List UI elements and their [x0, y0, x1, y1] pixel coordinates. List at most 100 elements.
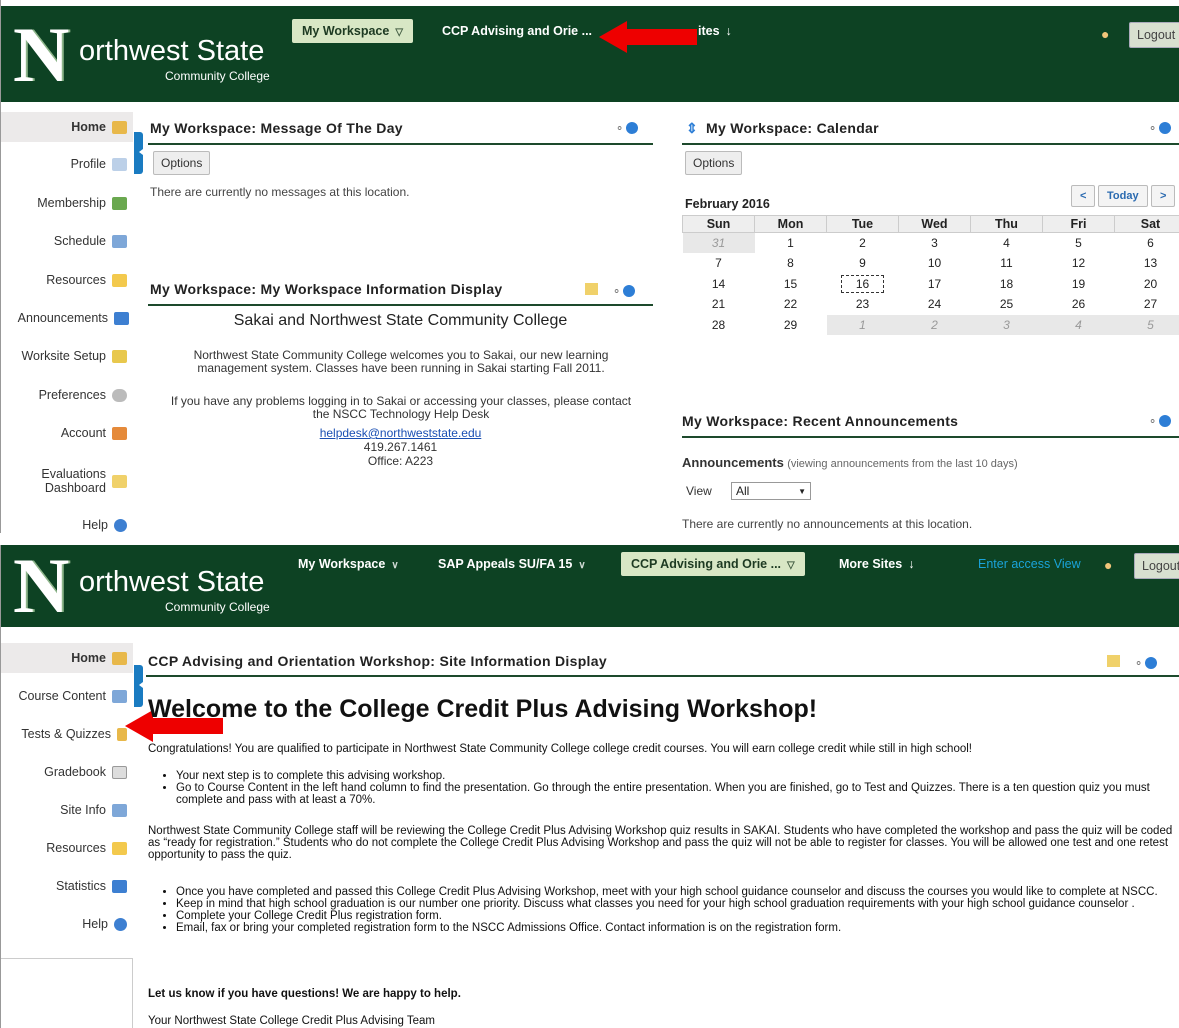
sidebar-item-site-info[interactable]: Site Info: [60, 795, 127, 825]
sidebar-item-schedule[interactable]: Schedule: [54, 226, 127, 256]
sidebar-item-membership[interactable]: Membership: [37, 188, 127, 218]
user-icon[interactable]: ●: [1104, 557, 1112, 573]
sidebar-item-statistics[interactable]: Statistics: [56, 871, 127, 901]
calendar-day[interactable]: 7: [683, 253, 755, 274]
sidebar-item-evaluations[interactable]: Evaluations Dashboard: [27, 463, 127, 499]
calendar-day[interactable]: 27: [1115, 294, 1179, 315]
sidebar-item-account[interactable]: Account: [61, 418, 127, 448]
nav-my-workspace[interactable]: My Workspace ▽: [292, 19, 414, 43]
sidebar-item-resources[interactable]: Resources: [46, 833, 127, 863]
sidebar-item-help[interactable]: Help: [82, 909, 127, 939]
calendar-day[interactable]: 20: [1115, 274, 1179, 295]
sidebar-item-announcements[interactable]: Announcements: [18, 303, 129, 333]
help-icon[interactable]: [1145, 657, 1158, 669]
view-select[interactable]: All ▼: [731, 482, 811, 500]
calendar-day[interactable]: 2: [827, 233, 899, 254]
calendar-day[interactable]: 14: [683, 274, 755, 295]
nav-my-workspace[interactable]: My Workspace ∨: [298, 557, 399, 571]
motd-title: My Workspace: Message Of The Day: [150, 120, 403, 136]
user-icon[interactable]: ●: [1101, 26, 1109, 42]
help-icon[interactable]: [623, 285, 636, 297]
nav-site-ccp[interactable]: CCP Advising and Orie ... ▽: [621, 552, 805, 576]
calendar-day[interactable]: 15: [755, 274, 827, 295]
calendar-day[interactable]: 26: [1043, 294, 1115, 315]
calendar-day[interactable]: 23: [827, 294, 899, 315]
motd-options-button[interactable]: Options: [153, 151, 211, 175]
calendar-options-button[interactable]: Options: [685, 151, 743, 175]
calendar-day[interactable]: 5: [1114, 314, 1179, 335]
enter-access-view-link[interactable]: Enter access View: [978, 557, 1081, 571]
logo-name: orthwest State: [79, 566, 265, 598]
help-icon[interactable]: [1159, 122, 1172, 134]
helpdesk-email-link[interactable]: helpdesk@northweststate.edu: [148, 426, 653, 440]
edit-icon[interactable]: [585, 283, 598, 295]
calendar-day[interactable]: 18: [971, 274, 1043, 295]
sidebar-item-course-content[interactable]: Course Content: [18, 681, 127, 711]
calendar-day[interactable]: 8: [755, 253, 827, 274]
calendar-day[interactable]: 5: [1043, 233, 1115, 254]
calendar-day[interactable]: 12: [1043, 253, 1115, 274]
nav-sap-appeals[interactable]: SAP Appeals SU/FA 15 ∨: [438, 557, 586, 571]
link-icon[interactable]: ⚬: [1148, 416, 1157, 428]
sidebar-collapse-toggle[interactable]: [134, 665, 143, 707]
calendar-day[interactable]: 13: [1115, 253, 1179, 274]
sidebar-item-tests-quizzes[interactable]: Tests & Quizzes: [21, 719, 127, 749]
calendar-day[interactable]: 21: [683, 294, 755, 315]
calendar-day[interactable]: 19: [1043, 274, 1115, 295]
nav-more-sites-label: ites: [698, 24, 720, 38]
calendar-day[interactable]: 11: [971, 253, 1043, 274]
calendar-day[interactable]: 3: [970, 314, 1043, 335]
sidebar-item-resources[interactable]: Resources: [46, 265, 127, 295]
sidebar-item-help[interactable]: Help: [82, 510, 127, 533]
panel-tools[interactable]: ⚬: [1107, 655, 1158, 670]
college-logo[interactable]: N orthwest State Community College: [13, 547, 288, 625]
calendar-day[interactable]: 22: [755, 294, 827, 315]
link-icon[interactable]: ⚬: [1148, 123, 1157, 135]
sidebar-item-preferences[interactable]: Preferences: [39, 380, 127, 410]
calendar-day[interactable]: 10: [899, 253, 971, 274]
calendar-day[interactable]: 3: [899, 233, 971, 254]
calendar-day[interactable]: 29: [755, 315, 827, 336]
reorder-icon[interactable]: ⇕: [686, 120, 698, 136]
sidebar-item-worksite-setup[interactable]: Worksite Setup: [21, 341, 127, 371]
calendar-day[interactable]: 9: [827, 253, 899, 274]
logout-button[interactable]: Logout: [1129, 22, 1179, 48]
college-logo[interactable]: N orthwest State Community College: [13, 16, 288, 94]
calendar-day[interactable]: 4: [971, 233, 1043, 254]
nav-more-sites[interactable]: More Sites ↓: [839, 557, 914, 571]
calendar-day[interactable]: 6: [1115, 233, 1179, 254]
sidebar-item-gradebook[interactable]: Gradebook: [44, 757, 127, 787]
view-label: View: [686, 484, 712, 498]
calendar-day[interactable]: 1: [755, 233, 827, 254]
calendar-day[interactable]: 4: [1042, 314, 1115, 335]
help-icon[interactable]: [1159, 415, 1172, 427]
nav-more-sites[interactable]: ites ↓: [698, 24, 732, 38]
panel-tools[interactable]: ⚬: [585, 283, 636, 298]
calendar-prev-button[interactable]: <: [1071, 185, 1096, 207]
calendar-day[interactable]: 2: [898, 314, 971, 335]
calendar-day[interactable]: 25: [971, 294, 1043, 315]
calendar-day[interactable]: 28: [683, 315, 755, 336]
calendar-day-today[interactable]: 16: [827, 274, 899, 295]
nav-site-ccp[interactable]: CCP Advising and Orie ...: [442, 24, 592, 38]
calendar-today-button[interactable]: Today: [1098, 185, 1148, 207]
list-item: Once you have completed and passed this …: [176, 886, 1178, 898]
calendar-day[interactable]: 31: [682, 232, 755, 253]
panel-tools[interactable]: ⚬: [1148, 122, 1172, 135]
calendar-day[interactable]: 17: [899, 274, 971, 295]
sidebar-item-profile[interactable]: Profile: [71, 149, 127, 179]
link-icon[interactable]: ⚬: [612, 286, 621, 298]
sidebar-collapse-toggle[interactable]: [134, 132, 143, 174]
sidebar-item-home[interactable]: Home: [1, 112, 133, 142]
help-icon[interactable]: [626, 122, 639, 134]
link-icon[interactable]: ⚬: [615, 123, 624, 135]
edit-icon[interactable]: [1107, 655, 1120, 667]
panel-tools[interactable]: ⚬: [1148, 415, 1172, 428]
panel-tools[interactable]: ⚬: [615, 122, 639, 135]
sidebar-item-home[interactable]: Home: [1, 643, 133, 673]
calendar-day[interactable]: 1: [826, 314, 899, 335]
logout-button[interactable]: Logout: [1134, 553, 1179, 579]
calendar-day[interactable]: 24: [899, 294, 971, 315]
link-icon[interactable]: ⚬: [1134, 658, 1143, 670]
calendar-next-button[interactable]: >: [1151, 185, 1176, 207]
